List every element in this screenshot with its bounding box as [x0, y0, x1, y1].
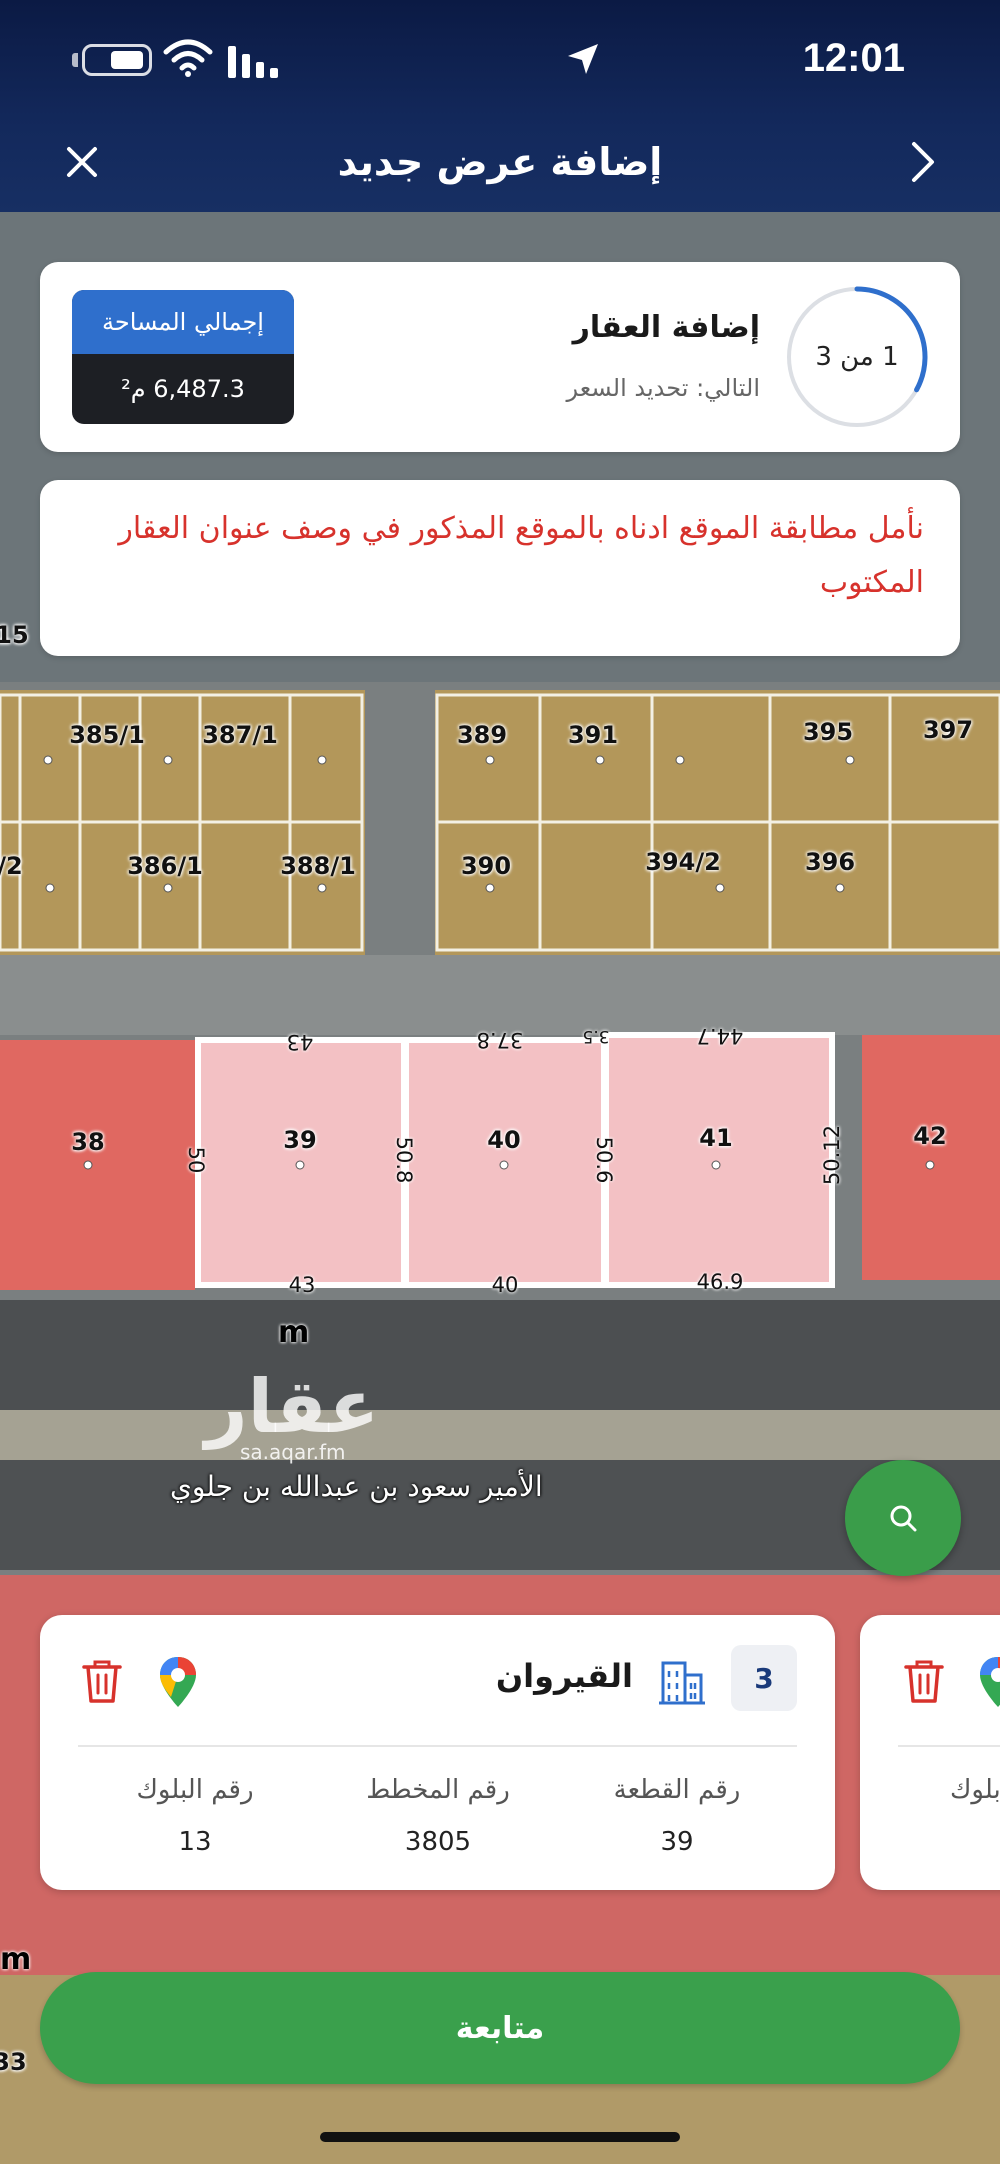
parcel-number: 391 — [567, 721, 619, 749]
continue-button[interactable]: متابعة — [40, 1972, 960, 2084]
total-area-label: إجمالي المساحة — [72, 290, 294, 354]
aqar-watermark-url: sa.aqar.fm — [240, 1440, 346, 1464]
trash-icon[interactable] — [902, 1657, 946, 1705]
parcel-number: 41 — [699, 1124, 733, 1152]
back-button[interactable] — [901, 140, 945, 184]
parcel-number: 40 — [487, 1126, 521, 1154]
total-area-box: إجمالي المساحة 6,487.3 م² — [72, 290, 294, 424]
property-count-badge: 3 — [731, 1645, 797, 1711]
building-icon — [659, 1661, 705, 1705]
parcel-number: /2 — [0, 852, 23, 880]
parcel-number: 42 — [913, 1122, 947, 1150]
parcel-number: 395 — [802, 718, 854, 746]
battery-tip — [72, 53, 78, 67]
m-label: m — [278, 1315, 310, 1350]
main-street-upper — [0, 1300, 1000, 1410]
step-title: إضافة العقار — [572, 310, 760, 345]
block-number-value: 13 — [178, 1827, 212, 1857]
side-label: 15 — [0, 621, 29, 649]
parcel-38-area — [0, 1040, 195, 1290]
plan-number-value: 3805 — [404, 1827, 472, 1857]
dimension-label: 50.6 — [592, 1136, 616, 1184]
dimension-label: 40 — [491, 1273, 519, 1297]
dimension-label: 44.7 — [696, 1024, 744, 1048]
dimension-label: 50 — [184, 1146, 208, 1174]
battery-icon — [82, 44, 152, 76]
parcel-number: 390 — [460, 852, 512, 880]
plot-number-label: رقم القطعة — [613, 1775, 741, 1805]
google-maps-pin-icon[interactable] — [158, 1655, 198, 1709]
map-search-button[interactable] — [845, 1460, 961, 1576]
location-arrow-icon — [568, 44, 598, 74]
aqar-watermark: عقار — [205, 1364, 380, 1450]
parcel-number: 394/2 — [645, 848, 721, 876]
home-indicator — [320, 2132, 680, 2142]
parcel-number: 389 — [456, 721, 508, 749]
next-step-label: التالي: تحديد السعر — [566, 374, 760, 402]
progress-card: 1 من 3 إضافة العقار التالي: تحديد السعر … — [40, 262, 960, 452]
app-header: 12:01 إضافة عرض جديد — [0, 0, 1000, 212]
street-median — [0, 1410, 1000, 1460]
plan-number-label: رقم المخطط — [366, 1775, 510, 1805]
parcel-number: 387/1 — [202, 721, 278, 749]
parcel-number: 396 — [804, 848, 856, 876]
parcel-42-area — [862, 1035, 1000, 1280]
dimension-label: 3.5 — [582, 1026, 610, 1046]
next-property-card[interactable]: بلوك — [860, 1615, 1000, 1890]
page-title: إضافة عرض جديد — [337, 140, 663, 184]
trash-icon[interactable] — [80, 1657, 124, 1705]
dimension-label: 50.8 — [392, 1136, 416, 1184]
dimension-label: 43 — [286, 1030, 314, 1054]
google-maps-pin-icon[interactable] — [978, 1655, 1000, 1709]
side-label: 33 — [0, 2048, 27, 2076]
step-counter: 1 من 3 — [815, 342, 899, 372]
block-number-label: رقم البلوك — [136, 1775, 254, 1805]
property-card[interactable]: 3 القيروان رقم القطعة 39 رقم المخطط 3805… — [40, 1615, 835, 1890]
parcel-number: 386/1 — [127, 852, 203, 880]
cellular-signal-icon — [228, 46, 278, 78]
location-warning-card: نأمل مطابقة الموقع ادناه بالموقع المذكور… — [40, 480, 960, 656]
parcel-41-area[interactable] — [603, 1032, 835, 1288]
road-upper — [0, 955, 1000, 1035]
property-name: القيروان — [495, 1657, 633, 1695]
parcel-number: 388/1 — [280, 852, 356, 880]
parcel-number: 397 — [922, 716, 974, 744]
parcel-number: 38 — [71, 1128, 105, 1156]
warning-text: نأمل مطابقة الموقع ادناه بالموقع المذكور… — [118, 511, 924, 600]
plot-number-value: 39 — [660, 1827, 694, 1857]
parcel-number: 39 — [283, 1126, 317, 1154]
m-label: m — [0, 1942, 32, 1977]
card-divider — [898, 1745, 1000, 1747]
street-name: الأمير سعود بن عبدالله بن جلوي — [170, 1470, 543, 1503]
dimension-label: 43 — [288, 1273, 316, 1297]
wifi-icon — [163, 39, 213, 77]
block-number-label: بلوك — [950, 1775, 1000, 1805]
card-divider — [78, 1745, 797, 1747]
dimension-label: 46.9 — [696, 1270, 744, 1294]
total-area-value: 6,487.3 م² — [121, 375, 245, 403]
chevron-right-icon — [912, 142, 934, 182]
dimension-label: 50.12 — [820, 1124, 844, 1186]
status-time: 12:01 — [802, 36, 905, 80]
search-icon — [890, 1505, 917, 1532]
dimension-label: 37.8 — [476, 1028, 524, 1052]
parcel-number: 385/1 — [69, 721, 145, 749]
